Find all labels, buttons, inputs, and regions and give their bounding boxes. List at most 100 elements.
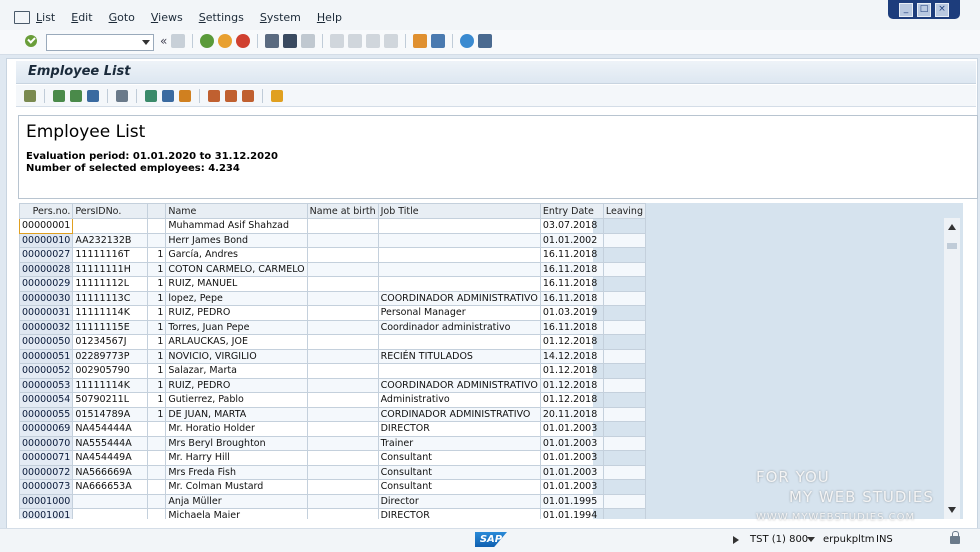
name-cell[interactable]: RUIZ, PEDRO: [165, 377, 308, 393]
pers-no-cell[interactable]: 00000031: [19, 305, 74, 321]
name-at-birth-cell[interactable]: [306, 421, 379, 437]
pers-id-cell[interactable]: [72, 508, 149, 519]
table-row[interactable]: 00000032 11111115E 1 Torres, Juan Pepe Coord…: [19, 319, 646, 335]
name-at-birth-cell[interactable]: [306, 508, 379, 519]
export-icon[interactable]: [145, 89, 157, 102]
pers-id-cell[interactable]: 11111111H: [72, 261, 149, 277]
table-row[interactable]: 00000028 11111111H 1 COTON CARMELO, CARMELO…: [19, 261, 646, 277]
pers-id-cell[interactable]: 11111113C: [72, 290, 149, 306]
pers-no-cell[interactable]: 00001001: [19, 508, 74, 519]
table-row[interactable]: 00000029 11111112L 1 RUIZ, MANUEL 16.11.2018: [19, 276, 646, 292]
find-next-icon[interactable]: [301, 34, 316, 48]
pers-no-cell[interactable]: 00000054: [19, 392, 74, 408]
entry-date-cell[interactable]: 01.03.2019: [539, 305, 604, 321]
minimize-button[interactable]: _: [899, 2, 913, 17]
name-cell[interactable]: DE JUAN, MARTA: [165, 406, 308, 422]
menu-goto[interactable]: Goto: [109, 11, 135, 24]
table-row[interactable]: 00000069 NA454444A Mr. Horatio Holder DIREC…: [19, 421, 646, 437]
flag-cell[interactable]: [147, 421, 167, 437]
vertical-scrollbar[interactable]: [944, 218, 960, 519]
name-cell[interactable]: Mr. Harry Hill: [165, 450, 308, 466]
leaving-cell[interactable]: [602, 392, 646, 408]
name-at-birth-cell[interactable]: [306, 377, 379, 393]
job-title-cell[interactable]: [377, 261, 541, 277]
pers-id-cell[interactable]: NA454444A: [72, 421, 149, 437]
pers-id-cell[interactable]: 50790211L: [72, 392, 149, 408]
flag-cell[interactable]: [147, 450, 167, 466]
leaving-cell[interactable]: [602, 305, 646, 321]
find-icon[interactable]: [283, 34, 298, 48]
column-header-pers-no[interactable]: Pers.no.: [19, 203, 74, 219]
leaving-cell[interactable]: [602, 479, 646, 495]
flag-cell[interactable]: [147, 508, 167, 519]
table-row[interactable]: 00000027 11111116T 1 García, Andres 16.11.20…: [19, 247, 646, 263]
sort-ascending-icon[interactable]: [53, 89, 65, 102]
table-row[interactable]: 00000073 NA666653A Mr. Colman Mustard Consu…: [19, 479, 646, 495]
pers-no-cell[interactable]: 00000032: [19, 319, 74, 335]
name-cell[interactable]: lopez, Pepe: [165, 290, 308, 306]
leaving-cell[interactable]: [602, 290, 646, 306]
pers-id-cell[interactable]: 11111114K: [72, 305, 149, 321]
chart-icon[interactable]: [179, 89, 191, 102]
subtotal-icon[interactable]: [162, 89, 174, 102]
job-title-cell[interactable]: Director: [377, 493, 541, 509]
column-header-pers-id[interactable]: PersIDNo.: [72, 203, 149, 219]
name-at-birth-cell[interactable]: [306, 218, 379, 234]
name-cell[interactable]: Salazar, Marta: [165, 363, 308, 379]
pers-no-cell[interactable]: 00000072: [19, 464, 74, 480]
detail-icon[interactable]: [24, 89, 36, 102]
table-row[interactable]: 00000055 01514789A 1 DE JUAN, MARTA CORDINAD…: [19, 406, 646, 422]
menu-list[interactable]: List: [36, 11, 55, 24]
name-at-birth-cell[interactable]: [306, 334, 379, 350]
name-at-birth-cell[interactable]: [306, 464, 379, 480]
leaving-cell[interactable]: [602, 406, 646, 422]
flag-cell[interactable]: [147, 435, 167, 451]
name-cell[interactable]: García, Andres: [165, 247, 308, 263]
pers-id-cell[interactable]: 11111116T: [72, 247, 149, 263]
job-title-cell[interactable]: DIRECTOR: [377, 508, 541, 519]
pers-id-cell[interactable]: 11111114K: [72, 377, 149, 393]
change-layout-icon[interactable]: [208, 89, 220, 102]
entry-date-cell[interactable]: 16.11.2018: [539, 290, 604, 306]
name-cell[interactable]: RUIZ, PEDRO: [165, 305, 308, 321]
entry-date-cell[interactable]: 01.01.2003: [539, 421, 604, 437]
job-title-cell[interactable]: [377, 247, 541, 263]
leaving-cell[interactable]: [602, 493, 646, 509]
job-title-cell[interactable]: COORDINADOR ADMINISTRATIVO: [377, 377, 541, 393]
job-title-cell[interactable]: Consultant: [377, 479, 541, 495]
select-layout-icon[interactable]: [225, 89, 237, 102]
entry-date-cell[interactable]: 01.12.2018: [539, 392, 604, 408]
leaving-cell[interactable]: [602, 421, 646, 437]
pers-id-cell[interactable]: 11111112L: [72, 276, 149, 292]
table-row[interactable]: 00000051 02289773P 1 NOVICIO, VIRGILIO RECIÉ…: [19, 348, 646, 364]
entry-date-cell[interactable]: 01.01.2003: [539, 435, 604, 451]
scroll-thumb[interactable]: [947, 243, 957, 249]
flag-cell[interactable]: [147, 232, 167, 248]
scroll-up-icon[interactable]: [948, 224, 956, 230]
leaving-cell[interactable]: [602, 377, 646, 393]
pers-id-cell[interactable]: 11111115E: [72, 319, 149, 335]
name-cell[interactable]: Herr James Bond: [165, 232, 308, 248]
column-header-job-title[interactable]: Job Title: [377, 203, 541, 219]
name-cell[interactable]: COTON CARMELO, CARMELO: [165, 261, 308, 277]
leaving-cell[interactable]: [602, 450, 646, 466]
flag-cell[interactable]: 1: [147, 377, 167, 393]
job-title-cell[interactable]: CORDINADOR ADMINISTRATIVO: [377, 406, 541, 422]
name-at-birth-cell[interactable]: [306, 276, 379, 292]
next-page-icon[interactable]: [366, 34, 381, 48]
filter-icon[interactable]: [87, 89, 99, 102]
job-title-cell[interactable]: [377, 276, 541, 292]
pers-id-cell[interactable]: NA566669A: [72, 464, 149, 480]
pers-no-cell[interactable]: 00000029: [19, 276, 74, 292]
entry-date-cell[interactable]: 01.12.2018: [539, 334, 604, 350]
leaving-cell[interactable]: [602, 218, 646, 234]
table-row[interactable]: 00001000 Anja Müller Director 01.01.1995: [19, 493, 646, 509]
entry-date-cell[interactable]: 01.01.2003: [539, 464, 604, 480]
name-cell[interactable]: RUIZ, MANUEL: [165, 276, 308, 292]
name-cell[interactable]: ARLAUCKAS, JOE: [165, 334, 308, 350]
pers-no-cell[interactable]: 00000010: [19, 232, 74, 248]
column-header-entry-date[interactable]: Entry Date: [539, 203, 604, 219]
column-header-leaving[interactable]: Leaving: [602, 203, 646, 219]
pers-no-cell[interactable]: 00000001: [19, 218, 74, 234]
entry-date-cell[interactable]: 01.12.2018: [539, 377, 604, 393]
